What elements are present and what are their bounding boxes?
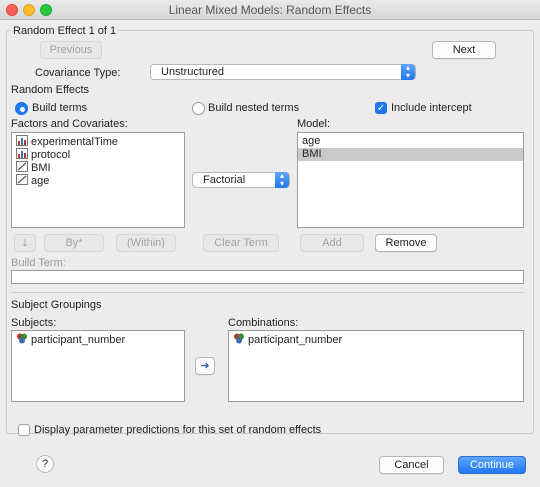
move-down-button[interactable]: 🡓 <box>14 234 36 252</box>
subjects-label: Subjects: <box>11 317 57 329</box>
previous-button[interactable]: Previous <box>40 41 102 59</box>
scale-ruler-icon <box>16 174 28 185</box>
list-item[interactable]: participant_number <box>229 333 523 346</box>
remove-button[interactable]: Remove <box>375 234 437 252</box>
window-title: Linear Mixed Models: Random Effects <box>168 3 372 17</box>
next-button[interactable]: Next <box>432 41 496 59</box>
list-item[interactable]: experimentalTime <box>12 135 184 148</box>
term-type-value: Factorial <box>203 174 246 186</box>
build-term-field[interactable] <box>11 270 524 284</box>
factor-label: BMI <box>31 162 51 174</box>
bar-chart-icon <box>16 135 28 146</box>
model-label: Model: <box>297 118 331 130</box>
arrow-down-icon: 🡓 <box>22 238 28 249</box>
model-list[interactable]: age BMI <box>297 132 524 228</box>
combination-label: participant_number <box>248 334 343 346</box>
factor-label: age <box>31 175 50 187</box>
term-type-select[interactable]: Factorial ▴ ▾ <box>192 172 290 188</box>
factors-covariates-label: Factors and Covariates: <box>11 118 128 130</box>
factor-label: experimentalTime <box>31 136 119 148</box>
include-intercept-checkbox[interactable]: ✓ <box>375 102 387 114</box>
list-item[interactable]: protocol <box>12 148 184 161</box>
list-item-selected[interactable]: BMI <box>298 148 523 161</box>
combinations-list[interactable]: participant_number <box>228 330 524 402</box>
include-intercept-label: Include intercept <box>391 102 472 114</box>
list-item[interactable]: age <box>12 174 184 187</box>
factors-covariates-list[interactable]: experimentalTime protocol BMI age <box>11 132 185 228</box>
continue-button[interactable]: Continue <box>458 456 526 474</box>
subject-label: participant_number <box>31 334 126 346</box>
scale-ruler-icon <box>16 161 28 172</box>
nominal-variable-icon <box>17 333 27 344</box>
build-terms-radio[interactable] <box>15 102 28 115</box>
move-to-combinations-button[interactable]: ➜ <box>195 357 215 375</box>
chevron-updown-icon: ▴ ▾ <box>401 64 415 80</box>
factor-label: protocol <box>31 149 71 161</box>
subject-groupings-header: Subject Groupings <box>11 299 102 311</box>
separator <box>11 292 524 293</box>
list-item[interactable]: participant_number <box>12 333 184 346</box>
covariance-type-value: Unstructured <box>161 66 224 78</box>
build-nested-terms-radio[interactable] <box>192 102 205 115</box>
arrow-right-icon: ➜ <box>200 360 210 372</box>
build-term-label: Build Term: <box>11 257 66 269</box>
display-predictions-label: Display parameter predictions for this s… <box>34 424 322 436</box>
build-nested-terms-label: Build nested terms <box>208 102 300 114</box>
nominal-variable-icon <box>234 333 244 344</box>
list-item[interactable]: BMI <box>12 161 184 174</box>
add-button[interactable]: Add <box>300 234 364 252</box>
chevron-updown-icon: ▴ ▾ <box>275 172 289 188</box>
window-titlebar: Linear Mixed Models: Random Effects <box>0 0 540 20</box>
combinations-label: Combinations: <box>228 317 299 329</box>
random-effect-header: Random Effect 1 of 1 <box>11 25 119 37</box>
clear-term-button[interactable]: Clear Term <box>203 234 279 252</box>
help-button[interactable]: ? <box>36 455 54 473</box>
random-effects-header: Random Effects <box>11 84 90 96</box>
cancel-button[interactable]: Cancel <box>379 456 444 474</box>
bar-chart-icon <box>16 148 28 159</box>
by-button[interactable]: By* <box>44 234 104 252</box>
display-predictions-checkbox[interactable] <box>18 424 30 436</box>
list-item[interactable]: age <box>298 135 523 148</box>
covariance-type-select[interactable]: Unstructured ▴ ▾ <box>150 64 416 80</box>
build-terms-label: Build terms <box>32 102 88 114</box>
subjects-list[interactable]: participant_number <box>11 330 185 402</box>
covariance-type-label: Covariance Type: <box>35 67 121 79</box>
within-button[interactable]: (Within) <box>116 234 176 252</box>
